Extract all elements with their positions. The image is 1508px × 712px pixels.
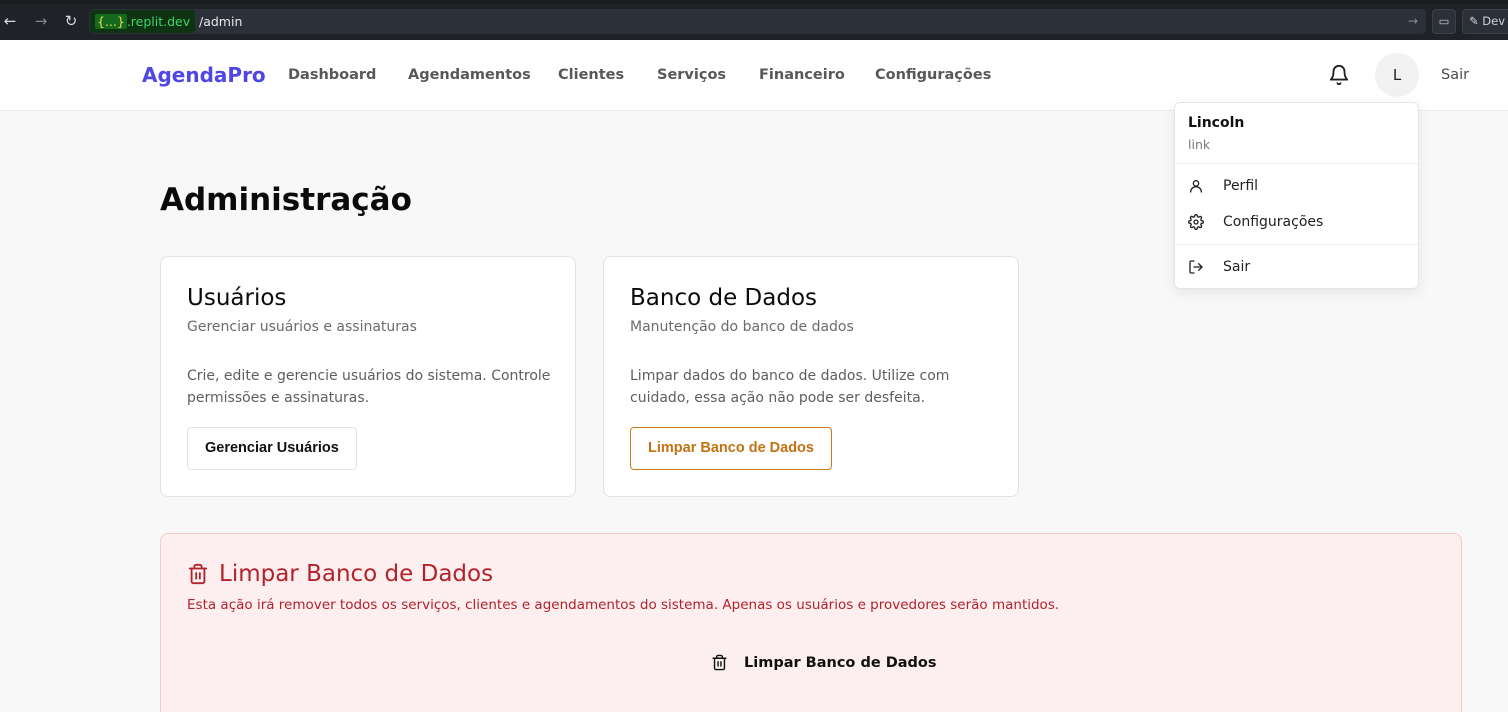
app-header: AgendaPro Dashboard Agendamentos Cliente… bbox=[0, 40, 1508, 111]
user-name: Lincoln bbox=[1188, 115, 1245, 131]
nav-servicos[interactable]: Serviços bbox=[657, 67, 726, 83]
address-bar[interactable]: {...} .replit.dev /admin → bbox=[89, 9, 1426, 34]
logout-icon bbox=[1189, 260, 1203, 274]
card-description: Crie, edite e gerencie usuários do siste… bbox=[187, 368, 551, 406]
user-username: link bbox=[1188, 137, 1211, 152]
brand-logo[interactable]: AgendaPro bbox=[142, 63, 266, 87]
logout-link[interactable]: Sair bbox=[1441, 67, 1469, 83]
nav-dashboard[interactable]: Dashboard bbox=[288, 67, 376, 83]
back-arrow-icon[interactable]: ← bbox=[1, 12, 19, 30]
page-title: Administração bbox=[160, 182, 412, 218]
screen-icon[interactable]: ▭ bbox=[1432, 9, 1456, 34]
browser-chrome: ← → ↻ {...} .replit.dev /admin → ▭ ✎ Dev bbox=[0, 0, 1508, 40]
danger-title: Limpar Banco de Dados bbox=[187, 561, 493, 587]
nav-configuracoes[interactable]: Configurações bbox=[875, 67, 991, 83]
avatar[interactable]: L bbox=[1375, 53, 1419, 97]
bell-icon[interactable] bbox=[1328, 64, 1350, 86]
devtools-button[interactable]: ✎ Dev bbox=[1462, 9, 1508, 34]
card-description: Limpar dados do banco de dados. Utilize … bbox=[630, 368, 950, 406]
danger-warning-text: Esta ação irá remover todos os serviços,… bbox=[187, 597, 1060, 613]
nav-agendamentos[interactable]: Agendamentos bbox=[408, 67, 531, 83]
menu-item-sair[interactable]: Sair bbox=[1188, 255, 1408, 279]
url-path: /admin bbox=[199, 14, 243, 29]
menu-divider bbox=[1175, 163, 1418, 164]
clear-database-button[interactable]: Limpar Banco de Dados bbox=[630, 427, 832, 470]
manage-users-button[interactable]: Gerenciar Usuários bbox=[187, 427, 357, 470]
clear-database-panel: Limpar Banco de Dados Esta ação irá remo… bbox=[160, 533, 1462, 712]
database-card: Banco de Dados Manutenção do banco de da… bbox=[603, 256, 1019, 497]
user-icon bbox=[1190, 180, 1202, 193]
card-subtitle: Manutenção do banco de dados bbox=[630, 319, 854, 335]
trash-icon bbox=[188, 563, 208, 585]
menu-divider bbox=[1175, 244, 1418, 245]
confirm-clear-database-button[interactable]: Limpar Banco de Dados bbox=[711, 654, 937, 671]
trash-icon bbox=[712, 654, 727, 671]
menu-item-perfil[interactable]: Perfil bbox=[1188, 174, 1408, 198]
menu-item-configuracoes[interactable]: Configurações bbox=[1188, 210, 1408, 234]
users-card: Usuários Gerenciar usuários e assinatura… bbox=[160, 256, 576, 497]
reload-icon[interactable]: ↻ bbox=[62, 12, 80, 30]
nav-financeiro[interactable]: Financeiro bbox=[759, 67, 845, 83]
nav-clientes[interactable]: Clientes bbox=[558, 67, 624, 83]
forward-arrow-icon[interactable]: → bbox=[32, 12, 50, 30]
user-menu-dropdown: Lincoln link Perfil Configurações Sair bbox=[1174, 102, 1419, 289]
tab-strip bbox=[0, 0, 1508, 4]
gear-icon bbox=[1188, 214, 1204, 230]
card-title: Banco de Dados bbox=[630, 285, 817, 311]
url-host: {...} .replit.dev bbox=[90, 10, 196, 33]
wrench-icon: ✎ bbox=[1469, 14, 1479, 28]
card-subtitle: Gerenciar usuários e assinaturas bbox=[187, 319, 417, 335]
go-arrow-icon[interactable]: → bbox=[1408, 9, 1418, 34]
card-title: Usuários bbox=[187, 285, 287, 311]
